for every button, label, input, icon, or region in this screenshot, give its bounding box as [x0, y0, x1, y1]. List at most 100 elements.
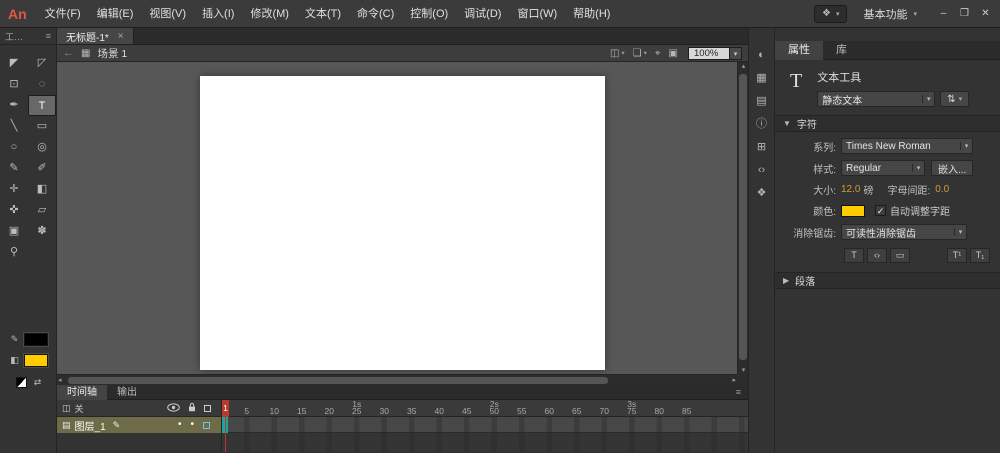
oval-primitive-tool[interactable]: ◎	[28, 137, 56, 158]
tab-output[interactable]: 输出	[107, 385, 147, 400]
section-paragraph[interactable]: ▶ 段落	[775, 272, 1000, 289]
pen-tool[interactable]: ✒	[0, 95, 28, 116]
stage[interactable]	[200, 76, 605, 370]
oval-tool[interactable]: ○	[0, 137, 28, 158]
section-character[interactable]: ▼ 字符	[775, 115, 1000, 132]
horizontal-scrollbar[interactable]: ◂ ▸	[57, 374, 737, 385]
tab-properties[interactable]: 属性	[775, 41, 823, 60]
render-html-toggle[interactable]: ‹›	[867, 248, 887, 263]
antialias-select[interactable]: 可读性消除锯齿 ▾	[841, 224, 967, 240]
color-panel-icon[interactable]: ◐	[752, 48, 772, 63]
workspace-switcher[interactable]: 基本功能 ▾	[863, 6, 917, 22]
font-size-value[interactable]: 12.0	[841, 184, 860, 195]
text-type-select[interactable]: 静态文本 ▾	[817, 91, 936, 107]
text-tool[interactable]: T	[28, 95, 56, 116]
show-hide-all-layers-icon[interactable]	[167, 402, 180, 414]
layer-lock-dot[interactable]: •	[190, 420, 194, 430]
minimize-button[interactable]: –	[933, 4, 954, 24]
layer-depth-icon[interactable]: ◫	[62, 403, 71, 414]
lock-all-layers-icon[interactable]	[187, 402, 197, 414]
brush-tool[interactable]: ✐	[28, 158, 56, 179]
eyedropper-tool[interactable]: ✜	[0, 200, 28, 221]
horizontal-scroll-thumb[interactable]	[68, 377, 608, 384]
code-snippets-panel-icon[interactable]: ‹›	[752, 163, 772, 178]
pencil-tool[interactable]: ✎	[0, 158, 28, 179]
menu-window[interactable]: 窗口(W)	[509, 0, 565, 28]
selectable-toggle[interactable]: T	[844, 248, 864, 263]
layer-row[interactable]: ▤ 图层_1 ✎ • •	[57, 417, 221, 433]
text-direction-button[interactable]: ⇅ ▾	[940, 91, 970, 107]
menu-debug[interactable]: 调试(D)	[456, 0, 509, 28]
default-colors-icon[interactable]	[15, 377, 27, 388]
paint-bucket-tool[interactable]: ◧	[28, 179, 56, 200]
components-panel-icon[interactable]: ❖	[752, 186, 772, 201]
timeline-ruler[interactable]: 1s 2s 3s 5 10 15 20 25 30 35 40 45 50 55 60 65 70 75 80 85…	[222, 400, 748, 417]
outline-all-layers-icon[interactable]	[204, 404, 211, 412]
layer-visibility-dot[interactable]: •	[178, 420, 182, 430]
menu-help[interactable]: 帮助(H)	[565, 0, 618, 28]
menu-file[interactable]: 文件(F)	[37, 0, 89, 28]
superscript-toggle[interactable]: T¹	[947, 248, 967, 263]
camera-tool[interactable]: ▣	[0, 221, 28, 242]
selection-tool[interactable]: ◤	[0, 53, 28, 74]
menu-commands[interactable]: 命令(C)	[349, 0, 402, 28]
restore-button[interactable]: ❐	[954, 4, 975, 24]
menu-view[interactable]: 视图(V)	[141, 0, 194, 28]
titlebar-utility-button[interactable]: ❖ ▾	[814, 4, 848, 23]
lasso-tool[interactable]: ◌	[28, 74, 56, 95]
letter-spacing-value[interactable]: 0.0	[935, 184, 949, 195]
align-panel-icon[interactable]: ▤	[752, 94, 772, 109]
swatches-panel-icon[interactable]: ▦	[752, 71, 772, 86]
close-tab-icon[interactable]: ×	[118, 31, 124, 42]
fill-color-swatch[interactable]	[22, 353, 49, 368]
zoom-dropdown-icon[interactable]: ▾	[730, 46, 742, 60]
zoom-tool[interactable]: ⚲	[0, 242, 28, 263]
tab-library[interactable]: 库	[823, 41, 860, 60]
eraser-tool[interactable]: ▱	[28, 200, 56, 221]
scroll-right-icon[interactable]: ▸	[732, 376, 736, 384]
menu-control[interactable]: 控制(O)	[402, 0, 456, 28]
layer-name[interactable]: 图层_1	[75, 418, 106, 433]
subselection-tool[interactable]: ◸	[28, 53, 56, 74]
zoom-input[interactable]: 100%	[688, 46, 730, 60]
swap-colors-icon[interactable]: ⇄	[34, 377, 42, 388]
clip-content-button[interactable]: ▣	[669, 48, 678, 59]
pasteboard[interactable]	[57, 62, 737, 374]
tab-timeline[interactable]: 时间轴	[57, 384, 107, 400]
layers-header: ◫ 关	[57, 400, 221, 417]
hand-tool[interactable]: ✽	[28, 221, 56, 242]
layer-frames-row[interactable]	[222, 417, 748, 433]
font-style-select[interactable]: Regular ▾	[841, 160, 925, 176]
info-panel-icon[interactable]: ⓘ	[752, 117, 772, 132]
free-transform-tool[interactable]: ⊡	[0, 74, 28, 95]
panel-menu-icon[interactable]: ≡	[46, 31, 51, 41]
rectangle-tool[interactable]: ▭	[28, 116, 56, 137]
vertical-scroll-thumb[interactable]	[739, 74, 747, 360]
auto-kern-checkbox[interactable]: ✓	[875, 205, 886, 216]
font-family-select[interactable]: Times New Roman ▾	[841, 138, 973, 154]
embed-button[interactable]: 嵌入...	[931, 160, 974, 176]
stroke-color-swatch[interactable]	[22, 332, 49, 347]
playhead-marker[interactable]: 1	[222, 400, 229, 417]
menu-insert[interactable]: 插入(I)	[194, 0, 242, 28]
menu-text[interactable]: 文本(T)	[297, 0, 349, 28]
bone-tool[interactable]: ✛	[0, 179, 28, 200]
edit-symbols-button[interactable]: ❏ ▾	[633, 48, 647, 59]
vertical-scrollbar[interactable]: ▴ ▾	[737, 62, 748, 374]
panel-menu-icon[interactable]: ≡	[736, 387, 748, 397]
menu-edit[interactable]: 编辑(E)	[89, 0, 142, 28]
back-arrow-icon[interactable]: ←	[63, 47, 74, 59]
line-tool[interactable]: ╲	[0, 116, 28, 137]
transform-panel-icon[interactable]: ⊞	[752, 140, 772, 155]
scroll-left-icon[interactable]: ◂	[58, 376, 62, 384]
text-color-swatch[interactable]	[841, 204, 865, 217]
close-button[interactable]: ✕	[975, 4, 996, 24]
menu-modify[interactable]: 修改(M)	[242, 0, 297, 28]
document-tab[interactable]: 无标题-1* ×	[57, 28, 134, 44]
frames-area[interactable]: 1s 2s 3s 5 10 15 20 25 30 35 40 45 50 55 60 65 70 75 80 85…	[222, 400, 748, 452]
layer-outline-color-swatch[interactable]	[203, 421, 210, 429]
subscript-toggle[interactable]: T₁	[970, 248, 990, 263]
center-frame-button[interactable]: ⌖	[655, 48, 661, 59]
edit-scene-button[interactable]: ◫ ▾	[610, 48, 625, 59]
show-border-toggle[interactable]: ▭	[890, 248, 910, 263]
